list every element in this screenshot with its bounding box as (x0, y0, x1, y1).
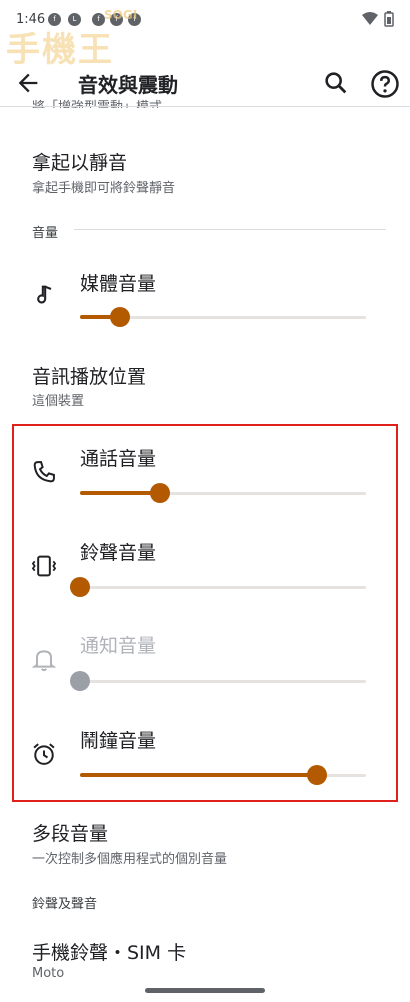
bell-icon (31, 650, 57, 672)
media-volume-slider[interactable] (80, 307, 366, 327)
section-ringtones: 鈴聲及聲音 (32, 897, 98, 912)
pickup-mute-title: 拿起以靜音 (32, 152, 128, 174)
alarm-clock-icon (33, 743, 55, 765)
vibrate-icon (31, 555, 57, 577)
page-title: 音效與震動 (78, 73, 178, 97)
call-volume-label: 通話音量 (80, 448, 157, 470)
notification-volume-label: 通知音量 (80, 635, 157, 657)
ringtone-title: 手機鈴聲・SIM 卡 (32, 942, 187, 964)
music-note-icon (37, 285, 52, 304)
section-divider (74, 229, 386, 230)
audio-output-title: 音訊播放位置 (32, 366, 147, 388)
multi-volume-title: 多段音量 (32, 823, 109, 845)
pickup-mute-subtitle: 拿起手機即可將鈴聲靜音 (32, 181, 176, 196)
gesture-nav-bar[interactable] (145, 988, 265, 993)
battery-icon (384, 11, 394, 27)
search-icon[interactable] (322, 69, 350, 97)
app-bar-divider (0, 106, 410, 107)
notification-volume-slider (70, 671, 366, 691)
media-volume-label: 媒體音量 (80, 273, 157, 295)
section-volume: 音量 (32, 226, 59, 241)
audio-output-subtitle: 這個裝置 (32, 394, 85, 409)
help-icon[interactable] (370, 69, 400, 99)
ring-volume-slider[interactable] (70, 577, 366, 597)
wifi-icon (362, 12, 378, 25)
watermark-small: SOGI (104, 8, 138, 22)
call-volume-slider[interactable] (80, 483, 366, 503)
alarm-volume-label: 鬧鐘音量 (80, 730, 157, 752)
alarm-volume-slider[interactable] (80, 765, 366, 785)
ring-volume-label: 鈴聲音量 (80, 542, 157, 564)
arrow-back-icon[interactable] (14, 69, 42, 97)
phone-icon (33, 461, 55, 483)
highlight-box (12, 424, 398, 802)
ringtone-subtitle: Moto (32, 966, 65, 981)
multi-volume-subtitle: 一次控制多個應用程式的個別音量 (32, 852, 228, 867)
